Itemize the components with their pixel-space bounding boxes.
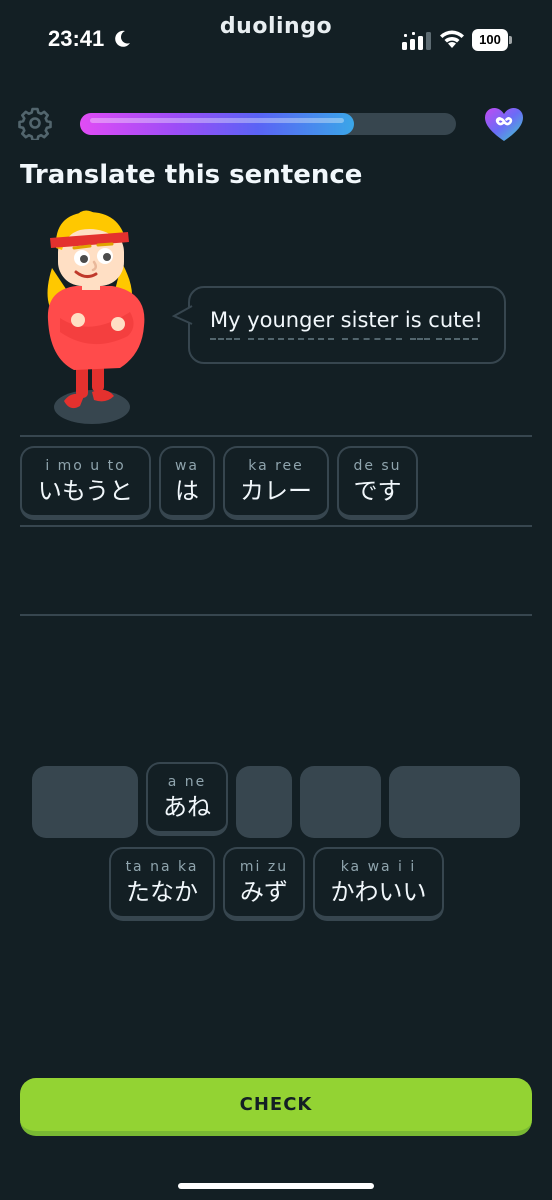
tile-kana: みず [240, 877, 288, 906]
tile-kana: たなか [126, 877, 198, 906]
lesson-progress-fill [80, 113, 355, 135]
tile-romaji: ka wa i i [340, 858, 417, 875]
tile-romaji: ka ree [248, 457, 304, 474]
speech-bubble: My younger sister is cute! [188, 286, 506, 364]
answer-tile-wa[interactable]: wa は [159, 446, 215, 520]
answer-tile-imouto[interactable]: i mo u to いもうと [20, 446, 151, 520]
gear-icon[interactable] [18, 106, 52, 140]
lesson-progress-bar [80, 113, 456, 135]
tile-kana: かわいい [330, 877, 427, 906]
word-bank-tile-ane[interactable]: a ne あね [146, 762, 228, 836]
tile-kana: です [353, 476, 402, 505]
tile-romaji: ta na ka [125, 858, 199, 875]
tile-kana: あね [163, 792, 211, 821]
tile-kana: は [175, 476, 199, 505]
tile-romaji: mi zu [239, 858, 289, 875]
home-indicator[interactable] [178, 1183, 374, 1189]
answer-line [20, 614, 532, 616]
answer-tile-desu[interactable]: de su です [337, 446, 418, 520]
battery-level: 100 [472, 29, 508, 51]
exercise-title: Translate this sentence [20, 160, 363, 190]
infinity-heart-icon[interactable] [483, 106, 525, 144]
answer-tile-karee[interactable]: ka ree カレー [223, 446, 329, 520]
word-bank-tile-mizu[interactable]: mi zu みず [223, 847, 305, 921]
wifi-icon [440, 30, 464, 48]
app-brand: duolingo [219, 14, 333, 39]
tile-kana: カレー [240, 476, 312, 505]
word-bank-tile-tanaka[interactable]: ta na ka たなか [109, 847, 215, 921]
empty-word-slot [300, 766, 381, 838]
tile-romaji: a ne [167, 773, 207, 790]
tile-romaji: wa [174, 457, 200, 474]
battery-icon: 100 [472, 29, 512, 51]
answer-line [20, 525, 532, 527]
prompt-sentence[interactable]: My younger sister is cute! [210, 308, 483, 332]
empty-word-slot [32, 766, 138, 838]
empty-word-slot [236, 766, 292, 838]
character-illustration [47, 210, 145, 424]
word-bank-tile-kawaii[interactable]: ka wa i i かわいい [313, 847, 444, 921]
check-button[interactable]: CHECK [20, 1078, 532, 1136]
tile-kana: いもうと [37, 476, 134, 505]
tile-romaji: i mo u to [45, 457, 126, 474]
empty-word-slot [389, 766, 520, 838]
signal-icon [402, 32, 431, 50]
answer-line [20, 435, 532, 437]
tile-romaji: de su [353, 457, 402, 474]
speech-bubble-tail [172, 305, 193, 325]
